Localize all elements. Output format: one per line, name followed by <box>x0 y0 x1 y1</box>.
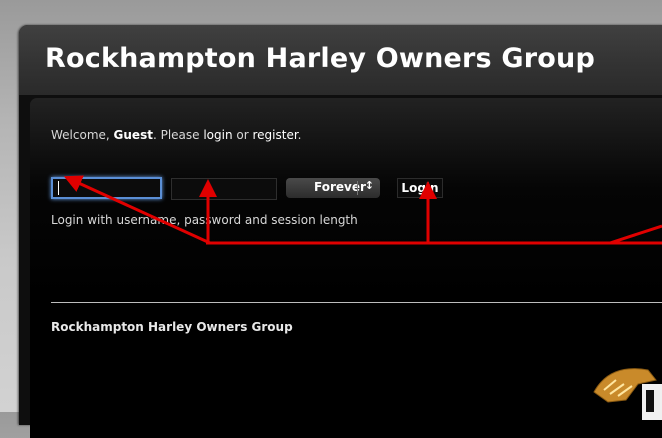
footer-site-title: Rockhampton Harley Owners Group <box>51 320 293 334</box>
end-period: . <box>297 128 302 142</box>
password-input[interactable] <box>171 178 277 200</box>
site-title: Rockhampton Harley Owners Group <box>45 43 595 74</box>
text-caret <box>58 181 59 195</box>
up-down-arrows-icon: ↕ <box>364 179 374 192</box>
welcome-prefix: Welcome, <box>51 128 114 142</box>
session-length-select[interactable]: Forever ↕ <box>286 178 380 198</box>
username-input[interactable] <box>51 177 162 199</box>
register-link[interactable]: register <box>252 128 297 142</box>
guest-name: Guest <box>113 128 153 142</box>
harley-eagle-logo <box>593 368 662 420</box>
login-hint: Login with username, password and sessio… <box>51 213 358 227</box>
select-divider <box>357 181 358 195</box>
login-link[interactable]: login <box>203 128 232 142</box>
divider-line <box>51 302 662 303</box>
welcome-middle: . Please <box>152 128 204 142</box>
or-text: or <box>232 128 253 142</box>
login-button[interactable]: Login <box>397 178 443 198</box>
session-length-value: Forever <box>314 180 366 194</box>
main-panel: Welcome, Guest. Please login or register… <box>30 98 662 438</box>
site-header: Rockhampton Harley Owners Group <box>19 25 662 95</box>
welcome-message: Welcome, Guest. Please login or register… <box>51 128 302 142</box>
site-window: Rockhampton Harley Owners Group Welcome,… <box>19 25 662 438</box>
